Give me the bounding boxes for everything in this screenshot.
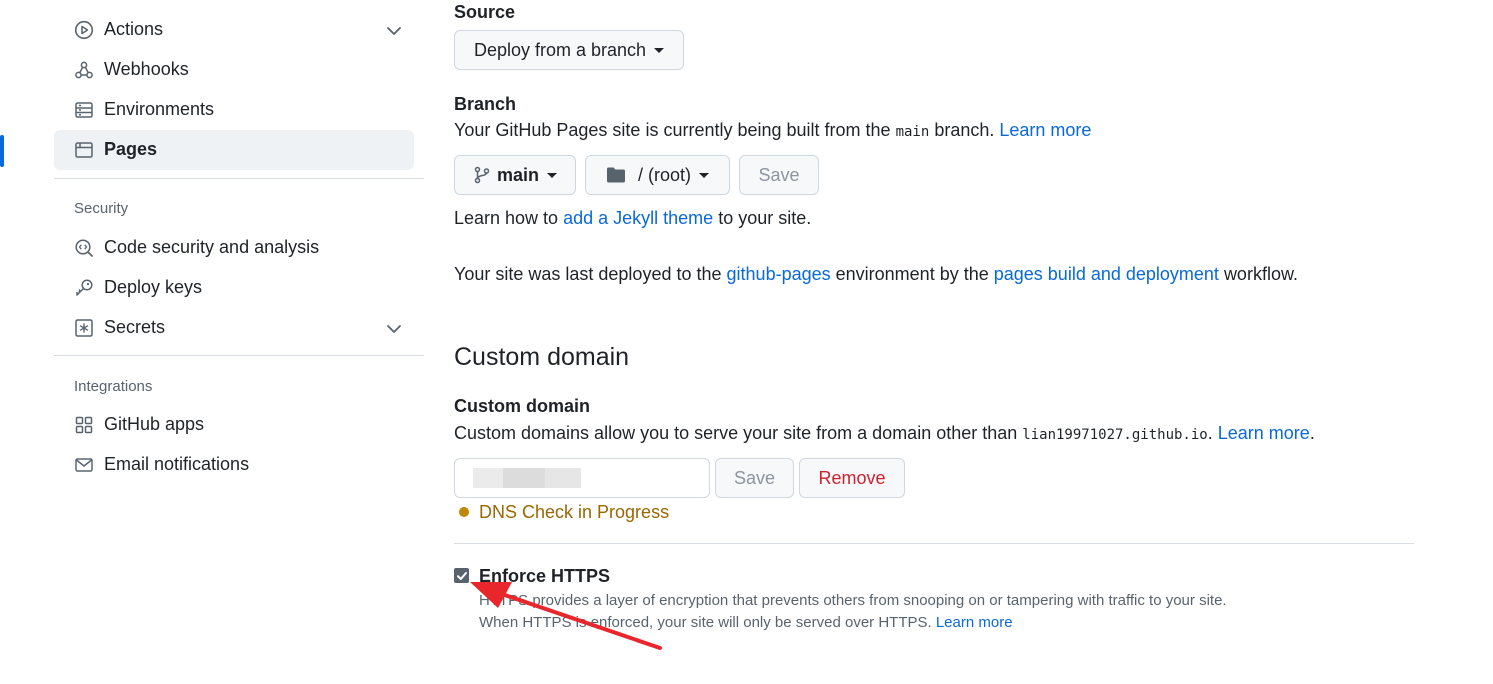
chevron-down-icon[interactable] xyxy=(385,22,403,40)
deployment-prefix: Your site was last deployed to the xyxy=(454,264,722,284)
jekyll-suffix: to your site. xyxy=(718,208,812,228)
play-circle-icon xyxy=(74,20,94,40)
chevron-down-icon[interactable] xyxy=(385,320,403,338)
mail-icon xyxy=(74,455,94,475)
https-learn-more-link[interactable]: Learn more xyxy=(936,614,1013,631)
sidebar-divider xyxy=(54,355,424,356)
dns-check-status: DNS Check in Progress xyxy=(479,502,670,522)
redacted-text xyxy=(473,468,503,488)
branch-code: main xyxy=(895,124,930,140)
caret-down-icon xyxy=(547,172,557,178)
custom-domain-input[interactable] xyxy=(454,458,710,498)
jekyll-hint: Learn how to add a Jekyll theme to your … xyxy=(454,208,811,229)
folder-icon xyxy=(606,166,626,184)
jekyll-theme-link[interactable]: add a Jekyll theme xyxy=(563,208,713,228)
key-icon xyxy=(74,278,94,298)
environment-link[interactable]: github-pages xyxy=(727,264,831,284)
branch-desc-prefix: Your GitHub Pages site is currently bein… xyxy=(454,120,891,140)
deployment-suffix: workflow. xyxy=(1223,264,1298,284)
sidebar-item-environments[interactable]: Environments xyxy=(54,90,414,130)
deployment-info: Your site was last deployed to the githu… xyxy=(454,264,1298,285)
custom-domain-label: Custom domain xyxy=(454,396,591,416)
branch-select-label: main xyxy=(496,164,539,185)
sidebar-item-code-security[interactable]: Code security and analysis xyxy=(54,228,414,268)
apps-icon xyxy=(74,415,94,435)
default-domain-code: lian19971027.github.io xyxy=(1022,427,1208,443)
source-label: Source xyxy=(454,2,516,22)
source-dropdown-label: Deploy from a branch xyxy=(473,39,647,60)
https-description-line1: HTTPS provides a layer of encryption tha… xyxy=(479,592,1227,609)
redacted-text xyxy=(503,468,545,488)
branch-select-button[interactable]: main xyxy=(454,155,576,195)
branch-desc-suffix: branch. xyxy=(934,120,995,140)
codescan-icon xyxy=(74,238,94,258)
sidebar-item-pages[interactable]: Pages xyxy=(54,130,414,170)
browser-icon xyxy=(74,140,94,160)
sidebar-item-label: Environments xyxy=(104,99,215,119)
workflow-link[interactable]: pages build and deployment xyxy=(994,264,1219,284)
custom-domain-save-button[interactable]: Save xyxy=(715,458,794,498)
deployment-middle: environment by the xyxy=(835,264,989,284)
sidebar-item-label: Email notifications xyxy=(104,454,250,474)
sidebar-group-security: Security xyxy=(74,200,129,217)
custom-domain-learn-more-link[interactable]: Learn more xyxy=(1218,423,1310,443)
redacted-text xyxy=(545,468,581,488)
https-line2-prefix: When HTTPS is enforced, your site will o… xyxy=(479,614,932,631)
custom-domain-heading: Custom domain xyxy=(454,343,630,371)
asterisk-icon xyxy=(74,318,94,338)
branch-learn-more-link[interactable]: Learn more xyxy=(999,120,1091,140)
sidebar-group-integrations: Integrations xyxy=(74,378,153,395)
folder-select-button[interactable]: / (root) xyxy=(585,155,730,195)
server-icon xyxy=(74,100,94,120)
branch-label: Branch xyxy=(454,94,517,114)
sidebar-item-deploy-keys[interactable]: Deploy keys xyxy=(54,268,414,308)
sidebar-item-label: GitHub apps xyxy=(104,414,205,434)
sidebar-divider xyxy=(54,178,424,179)
sidebar-item-label: Code security and analysis xyxy=(104,237,320,257)
webhook-icon xyxy=(74,60,94,80)
sidebar-item-label: Deploy keys xyxy=(104,277,203,297)
enforce-https-label: Enforce HTTPS xyxy=(479,566,611,586)
sidebar-item-github-apps[interactable]: GitHub apps xyxy=(54,405,414,445)
sidebar-item-webhooks[interactable]: Webhooks xyxy=(54,50,414,90)
sidebar-item-label: Actions xyxy=(104,19,164,39)
folder-select-label: / (root) xyxy=(637,164,691,185)
section-divider xyxy=(454,543,1414,544)
sidebar-item-email-notifications[interactable]: Email notifications xyxy=(54,445,414,485)
sidebar-item-label: Secrets xyxy=(104,317,166,337)
sidebar-item-label: Pages xyxy=(104,139,158,159)
sidebar-item-secrets[interactable]: Secrets xyxy=(54,308,414,348)
git-branch-icon xyxy=(473,166,491,184)
caret-down-icon xyxy=(699,172,709,178)
active-indicator xyxy=(0,135,4,167)
custom-domain-remove-button[interactable]: Remove xyxy=(799,458,905,498)
status-dot-icon xyxy=(459,507,469,517)
branch-save-button[interactable]: Save xyxy=(739,155,819,195)
sidebar-item-actions[interactable]: Actions xyxy=(54,10,414,50)
custom-domain-description: Custom domains allow you to serve your s… xyxy=(454,423,1315,443)
checkmark-icon xyxy=(456,571,467,580)
branch-description: Your GitHub Pages site is currently bein… xyxy=(454,120,1091,141)
enforce-https-checkbox[interactable] xyxy=(454,568,469,583)
caret-down-icon xyxy=(654,47,665,53)
jekyll-prefix: Learn how to xyxy=(454,208,559,228)
source-dropdown-button[interactable]: Deploy from a branch xyxy=(454,30,684,70)
sidebar-item-label: Webhooks xyxy=(104,59,189,79)
custom-domain-desc-prefix: Custom domains allow you to serve your s… xyxy=(454,423,1018,443)
https-description-line2: When HTTPS is enforced, your site will o… xyxy=(479,614,1013,631)
